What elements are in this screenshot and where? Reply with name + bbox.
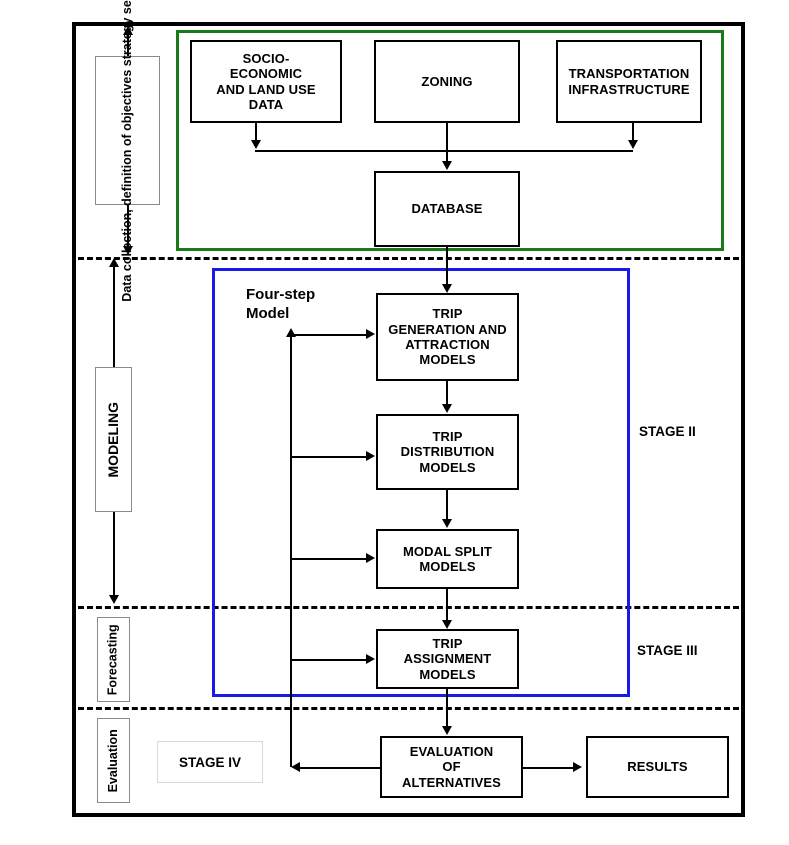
side-label-modeling-text: MODELING <box>104 401 121 478</box>
connector-evaluation-to-results-arrow <box>573 762 582 772</box>
side-label-evaluation-text: Evaluation <box>105 728 120 793</box>
connector-transport-to-bus-arrow <box>628 140 638 149</box>
connector-feedback-to-modalsplit-line <box>291 558 367 560</box>
connector-feedback-to-generation-line <box>291 334 367 336</box>
side-label-forecasting: Forecasting <box>97 617 130 702</box>
connector-assignment-to-evaluation-line <box>446 689 448 728</box>
stage-four-label: STAGE IV <box>157 741 263 783</box>
connector-feedback-to-assignment-line <box>291 659 367 661</box>
connector-database-to-generation-arrow <box>442 284 452 293</box>
node-modal-split-models[interactable]: MODAL SPLIT MODELS <box>376 529 519 589</box>
connector-modalsplit-to-assignment-line <box>446 589 448 622</box>
connector-datacollection-up-arrow <box>123 26 133 35</box>
connector-generation-to-distribution-arrow <box>442 404 452 413</box>
four-step-model-label: Four-step Model <box>246 286 316 322</box>
connector-evaluation-feedback-line <box>300 767 380 769</box>
connector-modeling-down-arrow <box>109 595 119 604</box>
node-trip-distribution-models[interactable]: TRIP DISTRIBUTION MODELS <box>376 414 519 490</box>
node-socio-economic-data[interactable]: SOCIO- ECONOMIC AND LAND USE DATA <box>190 40 342 123</box>
connector-feedback-bus <box>290 334 292 767</box>
node-trip-assignment-models[interactable]: TRIP ASSIGNMENT MODELS <box>376 629 519 689</box>
connector-feedback-to-distribution-arrow <box>366 451 375 461</box>
connector-feedback-to-generation-arrow <box>366 329 375 339</box>
connector-bus-to-database-arrow <box>442 161 452 170</box>
connector-zoning-to-bus-line <box>446 123 448 150</box>
stage-separator-3 <box>78 707 739 710</box>
stage-two-label: STAGE II <box>639 424 696 439</box>
node-results[interactable]: RESULTS <box>586 736 729 798</box>
node-database[interactable]: DATABASE <box>374 171 520 247</box>
connector-datacollection-down-arrow <box>123 246 133 255</box>
node-transportation-infrastructure[interactable]: TRANSPORTATION INFRASTRUCTURE <box>556 40 702 123</box>
connector-modeling-down-line <box>113 512 115 598</box>
stage-three-label: STAGE III <box>637 643 698 658</box>
node-zoning[interactable]: ZONING <box>374 40 520 123</box>
connector-modeling-up-arrow <box>109 258 119 267</box>
connector-evaluation-feedback-arrow <box>291 762 300 772</box>
side-label-data-collection: Data collection, definition of objective… <box>95 0 160 301</box>
connector-datacollection-up-line <box>127 32 129 56</box>
connector-distribution-to-modalsplit-line <box>446 490 448 521</box>
connector-distribution-to-modalsplit-arrow <box>442 519 452 528</box>
side-label-modeling: MODELING <box>95 367 132 512</box>
flowchart-canvas: Data collection, definition of objective… <box>0 0 789 845</box>
connector-evaluation-to-results-line <box>523 767 575 769</box>
side-label-forecasting-text: Forecasting <box>105 624 120 695</box>
connector-modeling-up-line <box>113 263 115 367</box>
connector-database-to-generation-line <box>446 247 448 286</box>
connector-assignment-to-evaluation-arrow <box>442 726 452 735</box>
connector-feedback-to-distribution-line <box>291 456 367 458</box>
stage-separator-1 <box>78 257 739 260</box>
connector-feedback-to-assignment-arrow <box>366 654 375 664</box>
node-trip-generation-attraction-models[interactable]: TRIP GENERATION AND ATTRACTION MODELS <box>376 293 519 381</box>
connector-feedback-to-modalsplit-arrow <box>366 553 375 563</box>
connector-socio-to-bus-arrow <box>251 140 261 149</box>
node-evaluation-of-alternatives[interactable]: EVALUATION OF ALTERNATIVES <box>380 736 523 798</box>
connector-modalsplit-to-assignment-arrow <box>442 620 452 629</box>
connector-collector-bus <box>255 150 633 152</box>
connector-datacollection-down-line <box>127 205 129 249</box>
side-label-evaluation: Evaluation <box>97 718 130 803</box>
connector-generation-to-distribution-line <box>446 381 448 406</box>
